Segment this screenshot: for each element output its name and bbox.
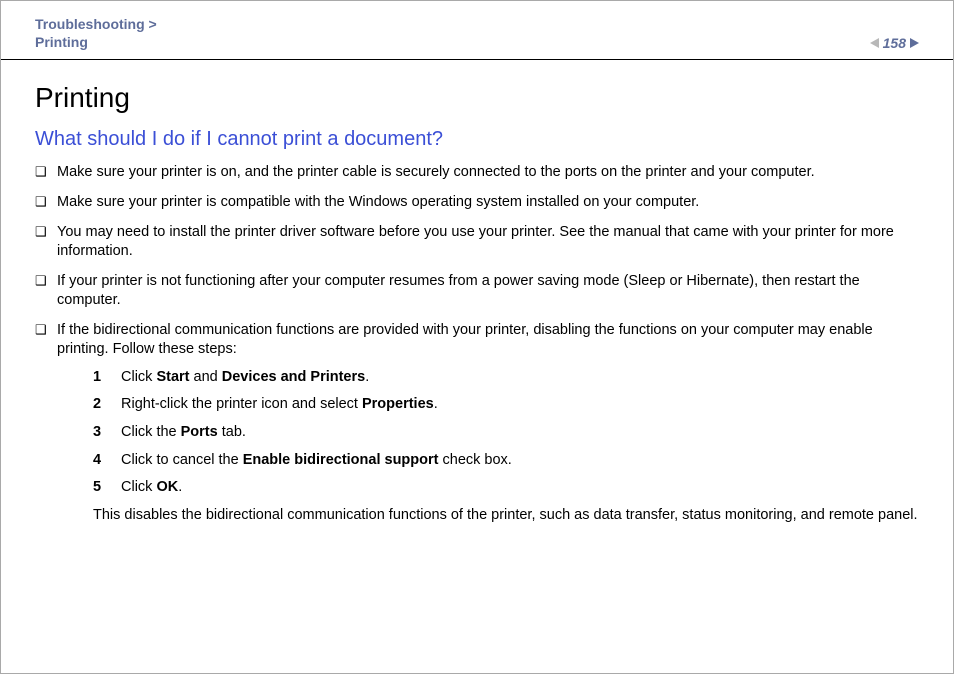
step-result-text: This disables the bidirectional communic… xyxy=(93,506,919,526)
step-item: 5Click OK. xyxy=(93,478,919,498)
list-item: ❑If your printer is not functioning afte… xyxy=(35,272,919,311)
step-item: 4Click to cancel the Enable bidirectiona… xyxy=(93,451,919,471)
step-number: 1 xyxy=(93,368,121,388)
document-page: Troubleshooting > Printing 158 Printing … xyxy=(0,0,954,674)
list-item: ❑Make sure your printer is compatible wi… xyxy=(35,193,919,213)
section-question: What should I do if I cannot print a doc… xyxy=(35,128,919,151)
bullet-icon: ❑ xyxy=(35,193,57,213)
step-text: Click OK. xyxy=(121,478,919,498)
bullet-text: You may need to install the printer driv… xyxy=(57,223,919,262)
bullet-list: ❑Make sure your printer is on, and the p… xyxy=(35,163,919,525)
step-item: 2Right-click the printer icon and select… xyxy=(93,395,919,415)
bullet-text: Make sure your printer is compatible wit… xyxy=(57,193,919,213)
page-header: Troubleshooting > Printing 158 xyxy=(1,1,953,60)
next-page-icon[interactable] xyxy=(910,38,919,48)
step-item: 1Click Start and Devices and Printers. xyxy=(93,368,919,388)
page-content: Printing What should I do if I cannot pr… xyxy=(1,60,953,525)
prev-page-icon[interactable] xyxy=(870,38,879,48)
bullet-text: If the bidirectional communication funct… xyxy=(57,322,873,358)
list-item: ❑ If the bidirectional communication fun… xyxy=(35,321,919,526)
step-number: 3 xyxy=(93,423,121,443)
page-number: 158 xyxy=(883,35,906,51)
step-number: 5 xyxy=(93,478,121,498)
breadcrumb-line-2: Printing xyxy=(35,33,157,51)
list-item: ❑You may need to install the printer dri… xyxy=(35,223,919,262)
page-control: 158 xyxy=(870,35,919,51)
breadcrumb-line-1: Troubleshooting > xyxy=(35,15,157,33)
step-text: Click Start and Devices and Printers. xyxy=(121,368,919,388)
step-text: Right-click the printer icon and select … xyxy=(121,395,919,415)
bullet-with-steps: If the bidirectional communication funct… xyxy=(57,321,919,526)
list-item: ❑Make sure your printer is on, and the p… xyxy=(35,163,919,183)
page-title: Printing xyxy=(35,82,919,114)
step-number: 4 xyxy=(93,451,121,471)
bullet-icon: ❑ xyxy=(35,223,57,262)
bullet-icon: ❑ xyxy=(35,272,57,311)
breadcrumb: Troubleshooting > Printing xyxy=(35,15,157,51)
step-item: 3Click the Ports tab. xyxy=(93,423,919,443)
step-number: 2 xyxy=(93,395,121,415)
bullet-icon: ❑ xyxy=(35,163,57,183)
bullet-text: Make sure your printer is on, and the pr… xyxy=(57,163,919,183)
step-list: 1Click Start and Devices and Printers. 2… xyxy=(93,368,919,498)
bullet-text: If your printer is not functioning after… xyxy=(57,272,919,311)
step-text: Click to cancel the Enable bidirectional… xyxy=(121,451,919,471)
step-text: Click the Ports tab. xyxy=(121,423,919,443)
bullet-icon: ❑ xyxy=(35,321,57,526)
